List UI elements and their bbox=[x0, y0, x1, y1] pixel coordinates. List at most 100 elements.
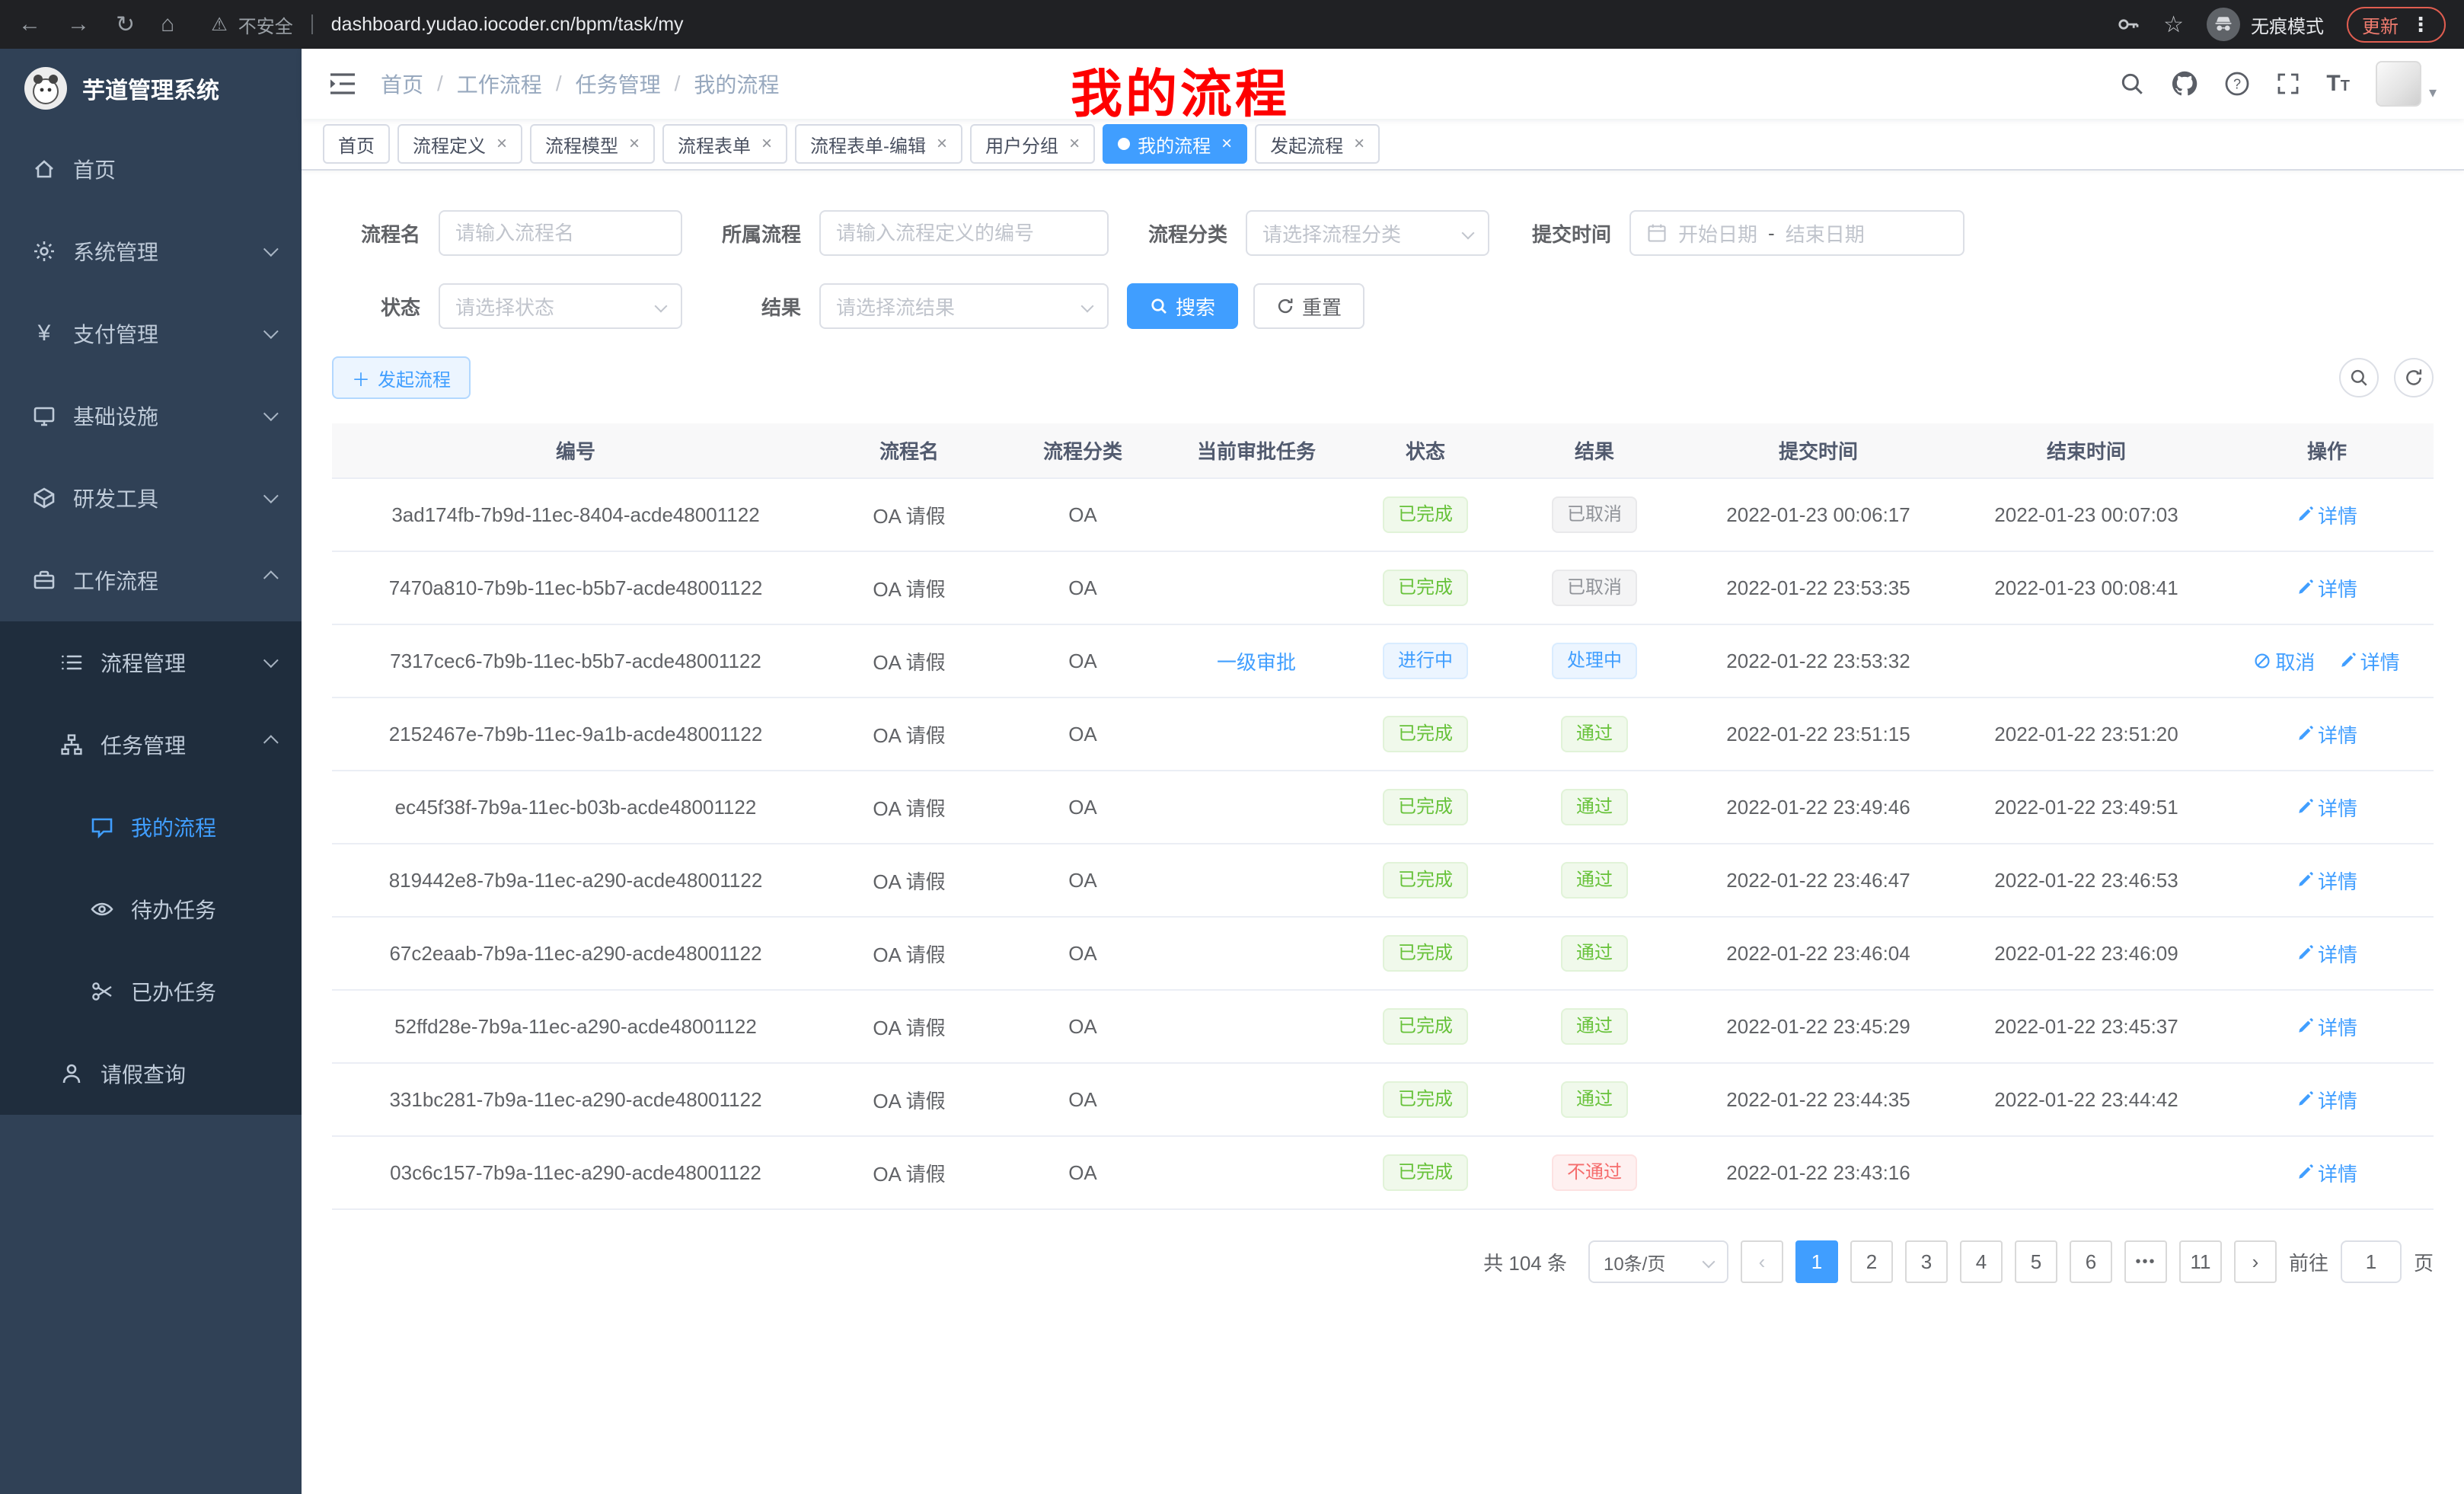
reset-button[interactable]: 重置 bbox=[1253, 283, 1364, 329]
sidebar-item-infra[interactable]: 基础设施 bbox=[0, 375, 302, 457]
close-icon[interactable]: × bbox=[1354, 135, 1364, 153]
page-unit-label: 页 bbox=[2414, 1248, 2434, 1276]
chevron-down-icon[interactable]: ▾ bbox=[2429, 83, 2437, 102]
result-select[interactable]: 请选择流结果 bbox=[819, 283, 1109, 329]
help-icon[interactable]: ? bbox=[2224, 71, 2250, 97]
page-button-2[interactable]: 2 bbox=[1850, 1240, 1893, 1283]
tab-process-form-edit[interactable]: 流程表单-编辑× bbox=[795, 124, 962, 164]
fullscreen-icon[interactable] bbox=[2276, 72, 2300, 96]
address-bar[interactable]: ⚠ 不安全 dashboard.yudao.iocoder.cn/bpm/tas… bbox=[190, 11, 2101, 38]
detail-link[interactable]: 详情 bbox=[2296, 501, 2357, 529]
show-search-toggle-icon[interactable] bbox=[2339, 358, 2379, 397]
process-name-input[interactable] bbox=[439, 210, 682, 256]
incognito-profile-chip[interactable]: 无痕模式 bbox=[2207, 8, 2324, 41]
category-select[interactable]: 请选择流程分类 bbox=[1246, 210, 1489, 256]
column-header: 结果 bbox=[1505, 423, 1684, 478]
reload-icon[interactable]: ↻ bbox=[116, 11, 135, 38]
sidebar-item-home[interactable]: 首页 bbox=[0, 128, 302, 210]
gear-icon bbox=[30, 238, 58, 265]
detail-link[interactable]: 详情 bbox=[2296, 1013, 2357, 1041]
tab-my-process[interactable]: 我的流程× bbox=[1103, 124, 1247, 164]
page-size-select[interactable]: 10条/页 bbox=[1588, 1240, 1728, 1283]
detail-link[interactable]: 详情 bbox=[2296, 720, 2357, 749]
sidebar-item-task-management[interactable]: 任务管理 bbox=[0, 704, 302, 786]
sidebar-item-system[interactable]: 系统管理 bbox=[0, 210, 302, 292]
font-size-icon[interactable]: TT bbox=[2326, 72, 2350, 95]
page-button-1[interactable]: 1 bbox=[1795, 1240, 1838, 1283]
menu-dots-icon[interactable]: ⋮ bbox=[2411, 13, 2430, 37]
tab-user-group[interactable]: 用户分组× bbox=[970, 124, 1095, 164]
tab-process-model[interactable]: 流程模型× bbox=[530, 124, 655, 164]
search-button[interactable]: 搜索 bbox=[1127, 283, 1238, 329]
sidebar-item-leave-query[interactable]: 请假查询 bbox=[0, 1033, 302, 1115]
close-icon[interactable]: × bbox=[761, 135, 772, 153]
sidebar-item-dev-tools[interactable]: 研发工具 bbox=[0, 457, 302, 539]
key-icon[interactable] bbox=[2116, 12, 2140, 37]
page-button-5[interactable]: 5 bbox=[2015, 1240, 2057, 1283]
forward-icon[interactable]: → bbox=[67, 11, 90, 37]
prev-page-button[interactable]: ‹ bbox=[1741, 1240, 1783, 1283]
close-icon[interactable]: × bbox=[496, 135, 507, 153]
result-tag: 通过 bbox=[1561, 1081, 1628, 1118]
sidebar-item-label: 工作流程 bbox=[73, 565, 158, 595]
github-icon[interactable] bbox=[2171, 70, 2198, 97]
tab-start-process[interactable]: 发起流程× bbox=[1255, 124, 1380, 164]
next-page-button[interactable]: › bbox=[2234, 1240, 2277, 1283]
hamburger-icon[interactable] bbox=[329, 72, 356, 95]
detail-link[interactable]: 详情 bbox=[2296, 1159, 2357, 1187]
detail-link[interactable]: 详情 bbox=[2296, 793, 2357, 822]
tab-process-definition[interactable]: 流程定义× bbox=[397, 124, 522, 164]
detail-link[interactable]: 详情 bbox=[2296, 940, 2357, 968]
sidebar-item-process-management[interactable]: 流程管理 bbox=[0, 621, 302, 704]
close-icon[interactable]: × bbox=[1221, 135, 1232, 153]
detail-label: 详情 bbox=[2318, 1086, 2357, 1114]
detail-link[interactable]: 详情 bbox=[2296, 574, 2357, 602]
start-process-button[interactable]: ＋ 发起流程 bbox=[332, 356, 471, 399]
sidebar-item-workflow[interactable]: 工作流程 bbox=[0, 539, 302, 621]
sidebar-item-my-process[interactable]: 我的流程 bbox=[0, 786, 302, 868]
process-name-label: 流程名 bbox=[332, 219, 439, 247]
breadcrumb-item-task-management[interactable]: 任务管理 bbox=[576, 69, 661, 99]
process-category: OA bbox=[1068, 1015, 1097, 1038]
process-name: OA 请假 bbox=[873, 505, 945, 528]
current-task-link[interactable]: 一级审批 bbox=[1217, 651, 1296, 674]
detail-link[interactable]: 详情 bbox=[2296, 1086, 2357, 1114]
detail-link[interactable]: 详情 bbox=[2296, 867, 2357, 895]
refresh-icon[interactable] bbox=[2394, 358, 2434, 397]
breadcrumb-item-workflow[interactable]: 工作流程 bbox=[457, 69, 542, 99]
sidebar-item-done-tasks[interactable]: 已办任务 bbox=[0, 950, 302, 1033]
end-time: 2022-01-22 23:46:09 bbox=[1994, 942, 2178, 965]
breadcrumb-item-home[interactable]: 首页 bbox=[381, 69, 423, 99]
person-icon bbox=[58, 1060, 85, 1087]
page-button-4[interactable]: 4 bbox=[1960, 1240, 2003, 1283]
column-header: 当前审批任务 bbox=[1167, 423, 1346, 478]
close-icon[interactable]: × bbox=[1069, 135, 1080, 153]
cancel-link[interactable]: 取消 bbox=[2254, 647, 2315, 675]
tab-home[interactable]: 首页 bbox=[323, 124, 390, 164]
page-button-6[interactable]: 6 bbox=[2070, 1240, 2112, 1283]
more-pages-button[interactable]: ••• bbox=[2124, 1240, 2167, 1283]
sidebar-item-payment[interactable]: ¥ 支付管理 bbox=[0, 292, 302, 375]
table-row: 2152467e-7b9b-11ec-9a1b-acde48001122 OA … bbox=[332, 698, 2434, 771]
back-icon[interactable]: ← bbox=[18, 11, 41, 37]
close-icon[interactable]: × bbox=[629, 135, 640, 153]
bookmark-star-icon[interactable]: ☆ bbox=[2163, 11, 2184, 38]
search-button-label: 搜索 bbox=[1176, 292, 1215, 321]
home-icon[interactable]: ⌂ bbox=[161, 11, 174, 37]
sidebar-item-label: 已办任务 bbox=[131, 976, 216, 1007]
tab-process-form[interactable]: 流程表单× bbox=[662, 124, 787, 164]
browser-update-button[interactable]: 更新 ⋮ bbox=[2347, 7, 2446, 43]
process-definition-input[interactable] bbox=[819, 210, 1109, 256]
close-icon[interactable]: × bbox=[937, 135, 947, 153]
status-select[interactable]: 请选择状态 bbox=[439, 283, 682, 329]
sidebar-item-todo-tasks[interactable]: 待办任务 bbox=[0, 868, 302, 950]
goto-page-input[interactable] bbox=[2341, 1240, 2402, 1283]
detail-link[interactable]: 详情 bbox=[2339, 647, 2400, 675]
start-date-placeholder: 开始日期 bbox=[1678, 219, 1757, 247]
search-icon[interactable] bbox=[2119, 71, 2145, 97]
page-button-11[interactable]: 11 bbox=[2179, 1240, 2222, 1283]
date-range-picker[interactable]: 开始日期 - 结束日期 bbox=[1629, 210, 1964, 256]
page-button-3[interactable]: 3 bbox=[1905, 1240, 1948, 1283]
submit-time: 2022-01-22 23:46:04 bbox=[1726, 942, 1910, 965]
avatar[interactable] bbox=[2376, 61, 2421, 107]
